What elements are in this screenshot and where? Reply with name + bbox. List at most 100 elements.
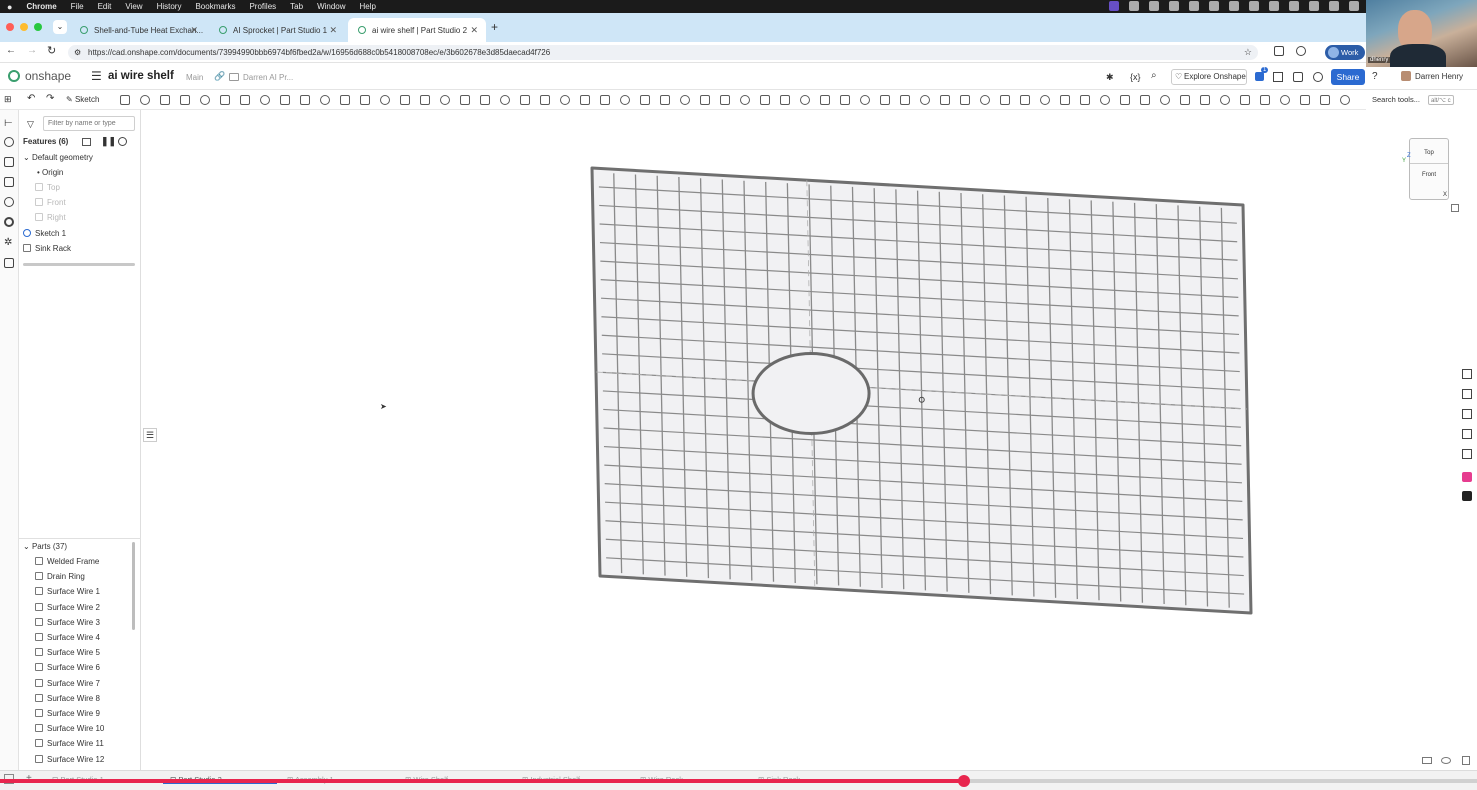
user-avatar[interactable] xyxy=(1401,71,1411,81)
learning-icon[interactable] xyxy=(1313,72,1323,82)
tool-icon[interactable] xyxy=(120,95,130,105)
parts-icon[interactable] xyxy=(4,157,14,167)
feature-filter-input[interactable] xyxy=(43,116,135,131)
status-icon[interactable] xyxy=(1229,1,1239,11)
tool-icon[interactable] xyxy=(600,95,610,105)
feature-top-plane[interactable]: Top xyxy=(35,181,60,195)
debug-icon[interactable]: ✲ xyxy=(4,237,14,248)
tool-icon[interactable] xyxy=(940,95,950,105)
reload-icon[interactable]: ↻ xyxy=(47,44,56,57)
tool-icon[interactable] xyxy=(900,95,910,105)
tool-icon[interactable] xyxy=(620,95,630,105)
part-item[interactable]: Surface Wire 2 xyxy=(35,601,100,615)
mass-properties-icon[interactable] xyxy=(1462,389,1472,399)
tool-icon[interactable] xyxy=(480,95,490,105)
menu-file[interactable]: File xyxy=(71,2,84,11)
link-icon[interactable]: 🔗 xyxy=(214,71,225,82)
tab-search-icon[interactable]: ⌄ xyxy=(53,20,67,34)
section-view-icon[interactable] xyxy=(1462,429,1472,439)
sketch-button[interactable]: ✎ Sketch xyxy=(66,93,99,107)
render-mode-icon[interactable] xyxy=(1422,757,1432,764)
tool-icon[interactable] xyxy=(300,95,310,105)
tool-icon[interactable] xyxy=(280,95,290,105)
tool-icon[interactable] xyxy=(560,95,570,105)
status-icon[interactable] xyxy=(1249,1,1259,11)
tool-icon[interactable] xyxy=(980,95,990,105)
configurations-icon[interactable] xyxy=(4,177,14,187)
rollback-icon[interactable] xyxy=(118,137,127,146)
menu-bookmarks[interactable]: Bookmarks xyxy=(195,2,235,11)
tool-icon[interactable] xyxy=(1220,95,1230,105)
extensions-icon[interactable] xyxy=(1296,46,1306,56)
part-item[interactable]: Surface Wire 3 xyxy=(35,616,100,630)
status-icon[interactable] xyxy=(1149,1,1159,11)
tool-icon[interactable] xyxy=(680,95,690,105)
parts-group[interactable]: ⌄ Parts (37) xyxy=(23,540,67,554)
tool-icon[interactable] xyxy=(260,95,270,105)
part-item[interactable]: Surface Wire 4 xyxy=(35,631,100,645)
document-title[interactable]: ai wire shelf xyxy=(108,70,174,82)
properties-icon[interactable] xyxy=(4,217,14,227)
screenshot-icon[interactable] xyxy=(1274,46,1284,56)
tool-icon[interactable] xyxy=(960,95,970,105)
back-icon[interactable]: ← xyxy=(6,45,16,56)
tool-icon[interactable] xyxy=(920,95,930,105)
assistant-icon[interactable] xyxy=(1462,472,1472,482)
menu-profiles[interactable]: Profiles xyxy=(249,2,276,11)
tool-icon[interactable] xyxy=(1160,95,1170,105)
tool-icon[interactable] xyxy=(240,95,250,105)
view-cube[interactable]: Top Front X Z Y xyxy=(1399,120,1471,212)
undo-icon[interactable]: ↶ xyxy=(27,93,35,104)
tool-icon[interactable] xyxy=(1180,95,1190,105)
user-name[interactable]: Darren Henry xyxy=(1415,72,1463,81)
status-icon[interactable] xyxy=(1209,1,1219,11)
tool-icon[interactable] xyxy=(500,95,510,105)
feature-rollback-bar[interactable] xyxy=(23,263,135,266)
tool-icon[interactable] xyxy=(1240,95,1250,105)
tool-icon[interactable] xyxy=(740,95,750,105)
feature-front-plane[interactable]: Front xyxy=(35,196,66,210)
onshape-logo-icon[interactable] xyxy=(8,70,20,82)
tool-icon[interactable] xyxy=(220,95,230,105)
wire-shelf-model[interactable] xyxy=(141,110,1466,770)
tool-icon[interactable] xyxy=(860,95,870,105)
tool-icon[interactable] xyxy=(1340,95,1350,105)
apple-icon[interactable]: ● xyxy=(7,2,12,12)
tool-icon[interactable] xyxy=(380,95,390,105)
tool-icon[interactable] xyxy=(520,95,530,105)
menu-edit[interactable]: Edit xyxy=(98,2,112,11)
wifi-icon[interactable] xyxy=(1349,1,1359,11)
tool-icon[interactable] xyxy=(1120,95,1130,105)
named-views-icon[interactable] xyxy=(1462,449,1472,459)
menu-tab[interactable]: Tab xyxy=(290,2,303,11)
tool-icon[interactable] xyxy=(1100,95,1110,105)
onshape-logo-text[interactable]: onshape xyxy=(25,69,71,83)
display-icon[interactable] xyxy=(1441,757,1451,764)
tool-icon[interactable] xyxy=(1200,95,1210,105)
tool-icon[interactable] xyxy=(840,95,850,105)
tool-icon[interactable] xyxy=(800,95,810,105)
hamburger-menu-icon[interactable]: ☰ xyxy=(91,69,102,83)
redo-icon[interactable]: ↷ xyxy=(46,93,54,104)
close-window-icon[interactable] xyxy=(6,23,14,31)
variables-icon[interactable]: {x} xyxy=(1130,72,1141,82)
menu-help[interactable]: Help xyxy=(360,2,376,11)
minimize-window-icon[interactable] xyxy=(20,23,28,31)
bug-icon[interactable]: ✱ xyxy=(1106,72,1114,83)
search-tools-field[interactable]: Search tools... alt/⌥ c xyxy=(1372,93,1460,107)
part-item[interactable]: Drain Ring xyxy=(35,570,85,584)
tab-ai-wire-shelf[interactable]: ai wire shelf | Part Studio 2 ✕ xyxy=(348,18,486,42)
appearance-icon[interactable] xyxy=(1462,369,1472,379)
tool-icon[interactable] xyxy=(760,95,770,105)
tool-icon[interactable] xyxy=(440,95,450,105)
drain-ring[interactable] xyxy=(751,351,871,435)
pause-icon[interactable]: ❚❚ xyxy=(101,136,116,147)
tool-icon[interactable] xyxy=(640,95,650,105)
zoom-window-icon[interactable] xyxy=(34,23,42,31)
tool-icon[interactable] xyxy=(140,95,150,105)
menu-history[interactable]: History xyxy=(157,2,182,11)
collapse-all-icon[interactable] xyxy=(82,138,91,146)
forward-icon[interactable]: → xyxy=(27,45,37,56)
comments-icon[interactable] xyxy=(4,137,14,147)
tool-icon[interactable] xyxy=(360,95,370,105)
